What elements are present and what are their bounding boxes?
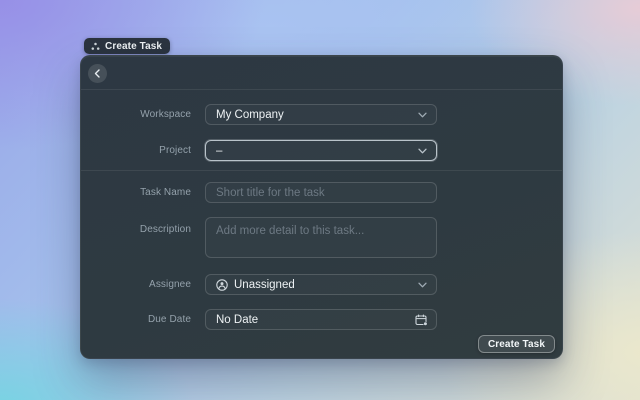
calendar-plus-icon	[415, 313, 428, 326]
workspace-label: Workspace	[140, 109, 191, 120]
chevron-down-icon	[418, 148, 427, 154]
task-name-input[interactable]	[216, 183, 426, 202]
workspace-row: Workspace My Company	[81, 104, 562, 125]
due-date-row: Due Date No Date	[81, 309, 562, 330]
description-input[interactable]	[206, 218, 436, 269]
description-label: Description	[139, 224, 191, 235]
assignee-label: Assignee	[149, 279, 191, 290]
workspace-dropdown[interactable]: My Company	[205, 104, 437, 125]
assignee-value: Unassigned	[234, 278, 295, 291]
task-name-field	[205, 182, 437, 203]
project-dropdown[interactable]: –	[205, 140, 437, 161]
due-date-field[interactable]: No Date	[205, 309, 437, 330]
assignee-row: Assignee Unassigned	[81, 274, 562, 295]
chevron-left-icon	[94, 69, 100, 78]
description-field	[205, 217, 437, 269]
launcher-badge-label: Create Task	[105, 40, 163, 52]
project-row: Project –	[81, 140, 562, 161]
launcher-badge[interactable]: Create Task	[84, 38, 171, 54]
due-date-label: Due Date	[147, 314, 191, 325]
project-label: Project	[159, 145, 191, 156]
header-divider	[81, 89, 562, 90]
create-task-window: Workspace My Company Project – Task Name…	[80, 55, 563, 359]
create-task-button[interactable]: Create Task	[477, 335, 555, 353]
chevron-down-icon	[418, 112, 427, 118]
assignee-dropdown[interactable]: Unassigned	[205, 274, 437, 295]
command-dots-icon	[91, 42, 100, 50]
section-divider	[81, 170, 562, 171]
description-row: Description	[81, 217, 562, 269]
task-name-row: Task Name	[81, 182, 562, 203]
back-button[interactable]	[88, 64, 107, 83]
workspace-value: My Company	[216, 108, 284, 121]
due-date-value: No Date	[216, 313, 259, 326]
chevron-down-icon	[418, 282, 427, 288]
person-circle-icon	[216, 278, 228, 291]
project-value: –	[216, 144, 223, 157]
task-name-label: Task Name	[140, 187, 191, 198]
